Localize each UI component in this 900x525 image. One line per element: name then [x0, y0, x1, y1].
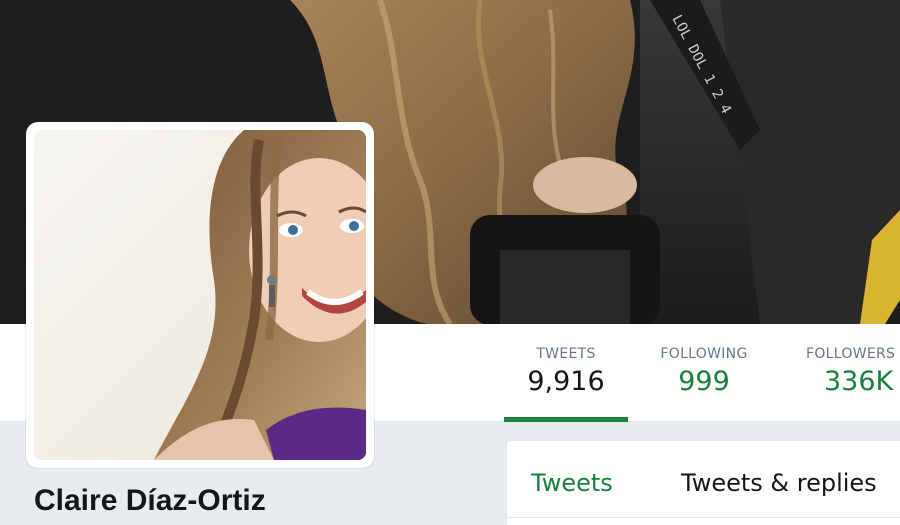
stat-value-tweets: 9,916 — [527, 366, 605, 397]
stat-value-following: 999 — [678, 366, 730, 397]
stat-tweets[interactable]: TWEETS 9,916 — [504, 346, 628, 422]
stat-value-followers: 336K — [824, 366, 894, 397]
stat-following[interactable]: FOLLOWING 999 — [648, 346, 760, 422]
tab-tweets[interactable]: Tweets — [531, 469, 613, 497]
profile-name[interactable]: Claire Díaz-Ortiz — [34, 484, 266, 518]
avatar-photo — [34, 130, 366, 460]
avatar-illustration — [34, 130, 366, 460]
stat-label-followers: FOLLOWERS — [806, 346, 896, 362]
stat-followers[interactable]: FOLLOWERS 336K — [800, 346, 900, 422]
stat-label-tweets: TWEETS — [536, 346, 596, 362]
timeline-tabs: Tweets Tweets & replies — [507, 441, 900, 518]
tab-tweets-and-replies[interactable]: Tweets & replies — [681, 469, 877, 497]
timeline-card: Tweets Tweets & replies — [506, 440, 900, 525]
stat-label-following: FOLLOWING — [660, 346, 748, 362]
active-tab-underline — [504, 417, 628, 422]
profile-avatar[interactable] — [26, 122, 374, 468]
